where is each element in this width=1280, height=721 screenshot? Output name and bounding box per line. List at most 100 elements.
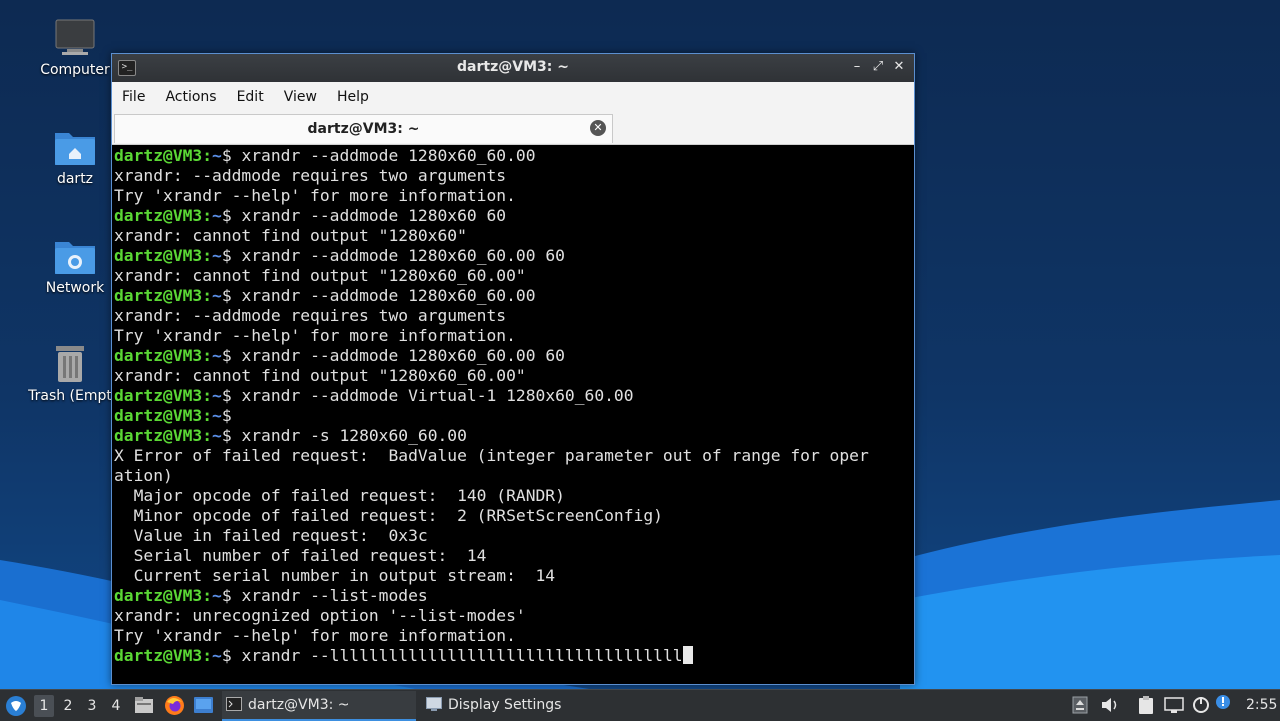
- terminal-prompt-line: dartz@VM3:~$ xrandr --addmode Virtual-1 …: [114, 386, 912, 406]
- terminal-prompt-line: dartz@VM3:~$: [114, 406, 912, 426]
- computer-icon: [55, 19, 95, 55]
- desktop-icon[interactable]: [193, 696, 214, 714]
- file-manager-icon[interactable]: [134, 696, 154, 714]
- trash-icon: [56, 346, 84, 382]
- prompt-path: ~: [212, 386, 222, 405]
- prompt-path: ~: [212, 346, 222, 365]
- prompt-command: $: [221, 406, 242, 425]
- prompt-path: ~: [212, 146, 222, 165]
- prompt-user-host: dartz@VM3:: [114, 426, 213, 445]
- prompt-user-host: dartz@VM3:: [114, 146, 213, 165]
- task-display-settings[interactable]: Display Settings: [422, 691, 618, 719]
- workspace-3[interactable]: 3: [82, 695, 102, 717]
- terminal-prompt-line: dartz@VM3:~$ xrandr --addmode 1280x60_60…: [114, 146, 912, 166]
- desktop-icon-home[interactable]: dartz: [27, 127, 123, 187]
- firefox-icon[interactable]: [164, 695, 185, 716]
- home-folder-icon: [55, 133, 95, 165]
- display-icon: [426, 697, 442, 711]
- terminal-output-line: Serial number of failed request: 14: [114, 546, 487, 565]
- terminal-output-line: xrandr: cannot find output "1280x60_60.0…: [114, 366, 526, 385]
- terminal-output-line: Try 'xrandr --help' for more information…: [114, 626, 516, 645]
- terminal-output-line: Major opcode of failed request: 140 (RAN…: [114, 486, 565, 505]
- prompt-command: $ xrandr --list-modes: [221, 586, 428, 605]
- workspace-1[interactable]: 1: [34, 695, 54, 717]
- desktop-icon-computer[interactable]: Computer: [27, 18, 123, 78]
- prompt-path: ~: [212, 246, 222, 265]
- maximize-button[interactable]: ⤢: [869, 58, 887, 76]
- prompt-user-host: dartz@VM3:: [114, 346, 213, 365]
- network-icon[interactable]: [1164, 696, 1184, 714]
- task-terminal[interactable]: dartz@VM3: ~: [222, 691, 416, 721]
- text-cursor: [682, 646, 693, 664]
- task-label: dartz@VM3: ~: [248, 697, 350, 713]
- close-button[interactable]: ✕: [890, 58, 908, 76]
- workspace-4[interactable]: 4: [106, 695, 126, 717]
- prompt-user-host: dartz@VM3:: [114, 586, 213, 605]
- desktop-icon-label: dartz: [56, 171, 94, 187]
- tab-label: dartz@VM3: ~: [307, 121, 420, 137]
- terminal-output-line: Try 'xrandr --help' for more information…: [114, 326, 516, 345]
- prompt-command: $ xrandr --lllllllllllllllllllllllllllll…: [221, 646, 683, 665]
- menu-edit[interactable]: Edit: [227, 82, 274, 112]
- terminal-output[interactable]: dartz@VM3:~$ xrandr --addmode 1280x60_60…: [114, 146, 912, 681]
- terminal-window: >_ dartz@VM3: ~ – ⤢ ✕ File Actions Edit Vie…: [111, 53, 915, 685]
- prompt-command: $ xrandr --addmode 1280x60_60.00 60: [221, 346, 565, 365]
- window-title: dartz@VM3: ~: [457, 59, 569, 75]
- terminal-prompt-line: dartz@VM3:~$ xrandr --addmode 1280x60_60…: [114, 346, 912, 366]
- clock[interactable]: 2:55: [1246, 690, 1277, 721]
- tab-bar: dartz@VM3: ~ ✕: [112, 112, 914, 145]
- tab-terminal[interactable]: dartz@VM3: ~ ✕: [114, 114, 613, 143]
- prompt-user-host: dartz@VM3:: [114, 206, 213, 225]
- power-icon[interactable]: [1192, 696, 1210, 714]
- terminal-output-line: Current serial number in output stream: …: [114, 566, 556, 585]
- terminal-output-line: xrandr: --addmode requires two arguments: [114, 166, 507, 185]
- terminal-icon: [226, 697, 242, 711]
- window-titlebar[interactable]: >_ dartz@VM3: ~ – ⤢ ✕: [112, 54, 914, 82]
- prompt-command: $ xrandr -s 1280x60_60.00: [221, 426, 467, 445]
- prompt-command: $ xrandr --addmode Virtual-1 1280x60_60.…: [221, 386, 634, 405]
- network-folder-icon: [55, 242, 95, 274]
- prompt-path: ~: [212, 426, 222, 445]
- prompt-command: $ xrandr --addmode 1280x60_60.00 60: [221, 246, 565, 265]
- workspace-2[interactable]: 2: [58, 695, 78, 717]
- prompt-path: ~: [212, 646, 222, 665]
- prompt-path: ~: [212, 586, 222, 605]
- terminal-output-line: xrandr: cannot find output "1280x60_60.0…: [114, 266, 526, 285]
- update-icon[interactable]: [1072, 696, 1088, 714]
- terminal-prompt-line: dartz@VM3:~$ xrandr --list-modes: [114, 586, 912, 606]
- prompt-path: ~: [212, 406, 222, 425]
- app-menu-icon[interactable]: [5, 695, 27, 717]
- desktop-icon-label: Network: [45, 280, 105, 296]
- desktop-icon-network[interactable]: Network: [27, 236, 123, 296]
- volume-icon[interactable]: [1100, 696, 1120, 714]
- menu-bar: File Actions Edit View Help: [112, 82, 914, 112]
- clipboard-icon[interactable]: [1137, 695, 1155, 715]
- terminal-output-line: xrandr: cannot find output "1280x60": [114, 226, 467, 245]
- prompt-command: $ xrandr --addmode 1280x60 60: [221, 206, 507, 225]
- desktop-icon-label: Trash (Empt: [28, 388, 112, 404]
- terminal-prompt-line: dartz@VM3:~$ xrandr --addmode 1280x60_60…: [114, 246, 912, 266]
- menu-actions[interactable]: Actions: [155, 82, 226, 112]
- terminal-output-line: Minor opcode of failed request: 2 (RRSet…: [114, 506, 663, 525]
- minimize-button[interactable]: –: [848, 58, 866, 76]
- desktop-icon-trash[interactable]: Trash (Empt: [22, 344, 118, 404]
- prompt-path: ~: [212, 206, 222, 225]
- menu-file[interactable]: File: [112, 82, 155, 112]
- menu-help[interactable]: Help: [327, 82, 379, 112]
- prompt-user-host: dartz@VM3:: [114, 246, 213, 265]
- prompt-path: ~: [212, 286, 222, 305]
- terminal-output-line: Value in failed request: 0x3c: [114, 526, 428, 545]
- terminal-output-line: xrandr: unrecognized option '--list-mode…: [114, 606, 526, 625]
- terminal-prompt-line: dartz@VM3:~$ xrandr -s 1280x60_60.00: [114, 426, 912, 446]
- prompt-command: $ xrandr --addmode 1280x60_60.00: [221, 286, 536, 305]
- notification-icon[interactable]: [1214, 694, 1232, 716]
- terminal-output-line: X Error of failed request: BadValue (int…: [114, 446, 869, 465]
- prompt-command: $ xrandr --addmode 1280x60_60.00: [221, 146, 536, 165]
- taskbar: 1 2 3 4 dartz@VM3: ~ Display Settings 2:…: [0, 689, 1280, 721]
- tab-close-icon[interactable]: ✕: [590, 120, 606, 136]
- prompt-user-host: dartz@VM3:: [114, 406, 213, 425]
- menu-view[interactable]: View: [274, 82, 327, 112]
- terminal-prompt-line: dartz@VM3:~$ xrandr --addmode 1280x60 60: [114, 206, 912, 226]
- prompt-user-host: dartz@VM3:: [114, 386, 213, 405]
- terminal-output-line: ation): [114, 466, 173, 485]
